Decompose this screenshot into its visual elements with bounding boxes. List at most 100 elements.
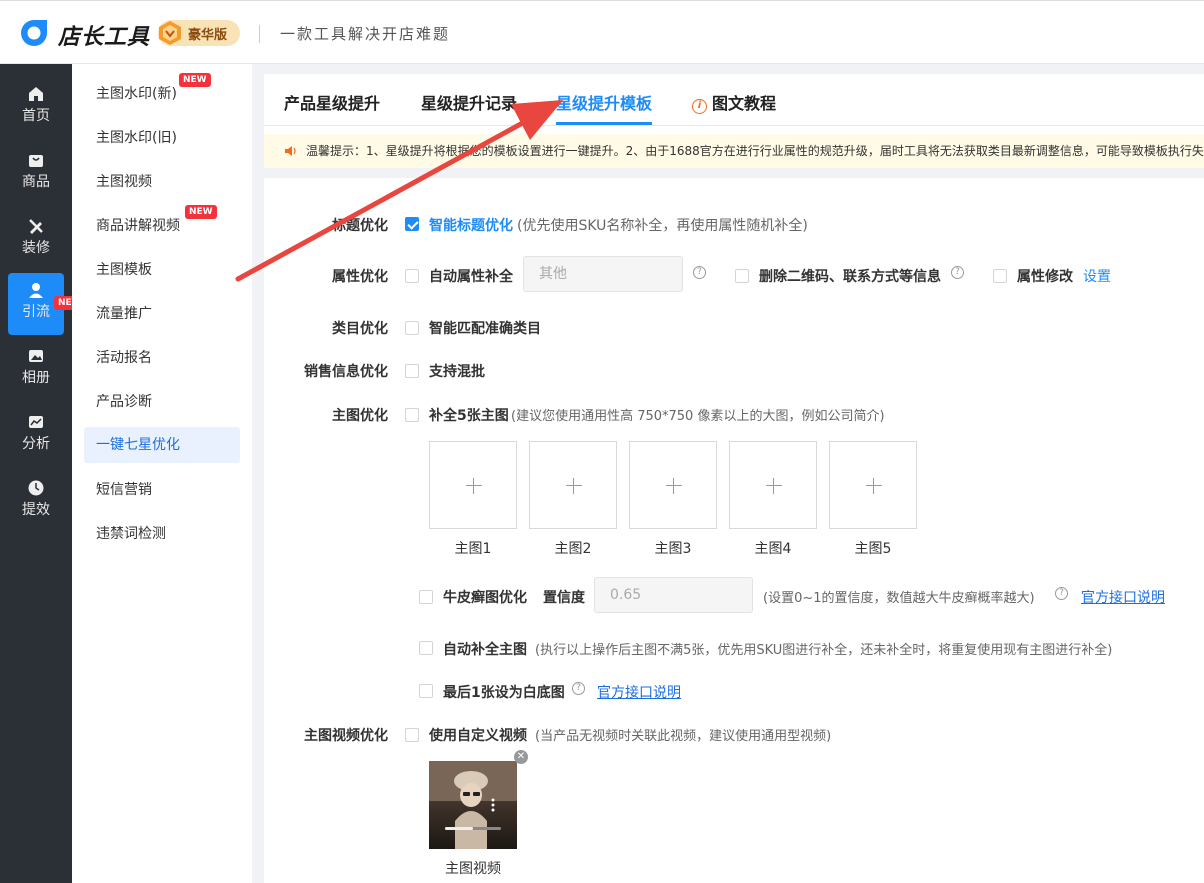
home-icon	[29, 87, 43, 101]
slogan: 一款工具解决开店难题	[280, 25, 451, 43]
main-image-slot-5[interactable]	[829, 441, 917, 529]
attr-autofill-input[interactable]: 其他	[523, 256, 683, 292]
clock-icon	[28, 480, 44, 496]
vip-label: 豪华版	[188, 28, 228, 43]
help-icon[interactable]: ?	[951, 266, 964, 279]
white-bg-option[interactable]: 最后1张设为白底图	[443, 682, 565, 702]
subnav-item[interactable]: 违禁词检测	[84, 516, 240, 552]
auto-fill-checkbox[interactable]	[419, 641, 433, 655]
attr-modify-checkbox[interactable]	[993, 269, 1007, 283]
api-doc-link[interactable]: 官方接口说明	[1081, 587, 1165, 607]
tab-upgrade-records[interactable]: 星级提升记录	[421, 90, 517, 114]
attr-autofill-checkbox[interactable]	[405, 269, 419, 283]
new-badge: NEW	[185, 205, 217, 219]
sales-opt-checkbox[interactable]	[405, 364, 419, 378]
attr-settings-link[interactable]: 设置	[1083, 266, 1111, 286]
main-img-fill-option[interactable]: 补全5张主图	[429, 405, 509, 425]
medal-icon	[159, 21, 181, 45]
sub-nav: 主图水印(新) NEW 主图水印(旧) 主图视频 商品讲解视频 NEW 主图模板…	[72, 64, 252, 883]
title-opt-option[interactable]: 智能标题优化	[429, 215, 513, 235]
info-icon: i	[692, 99, 707, 114]
subnav-item[interactable]: 产品诊断	[84, 384, 240, 420]
nav-item-home[interactable]: 首页	[8, 77, 64, 139]
api-doc-link[interactable]: 官方接口说明	[597, 682, 681, 702]
attr-opt-label: 属性优化	[332, 269, 388, 285]
section-gap	[264, 168, 1204, 178]
confidence-hint: (设置0~1的置信度，数值越大牛皮癣概率越大)	[763, 591, 1035, 606]
nav-item-analysis[interactable]: 分析	[8, 405, 64, 467]
white-bg-checkbox[interactable]	[419, 684, 433, 698]
main-image-slot-4[interactable]	[729, 441, 817, 529]
subnav-item[interactable]: 主图视频	[84, 164, 240, 200]
main-image-slot-2[interactable]	[529, 441, 617, 529]
main-content: 产品星级提升 星级提升记录 星级提升模板 i 图文教程 温馨提示：1、星级提升将根…	[264, 74, 1204, 883]
top-header: 店长工具 豪华版 一款工具解决开店难题	[0, 0, 1204, 64]
video-opt-checkbox[interactable]	[405, 728, 419, 742]
remove-qr-option[interactable]: 删除二维码、联系方式等信息	[759, 266, 941, 286]
subnav-item[interactable]: 活动报名	[84, 340, 240, 376]
brand-name: 店长工具	[58, 25, 151, 50]
subnav-item[interactable]: 主图水印(旧)	[84, 120, 240, 156]
attr-modify-option[interactable]: 属性修改	[1017, 266, 1073, 286]
logo-icon	[21, 20, 47, 46]
confidence-label: 置信度	[543, 590, 585, 606]
video-opt-label: 主图视频优化	[304, 728, 388, 744]
auto-fill-hint: (执行以上操作后主图不满5张，优先用SKU图进行补全，还未补全时，将重复使用现有…	[535, 643, 1113, 658]
video-thumbnail[interactable]	[429, 761, 517, 849]
help-icon[interactable]: ?	[572, 682, 585, 695]
psoriasis-option[interactable]: 牛皮癣图优化	[443, 587, 527, 607]
bag-icon	[29, 155, 43, 167]
auto-fill-option[interactable]: 自动补全主图	[443, 639, 527, 659]
slot-label: 主图2	[554, 541, 592, 557]
title-opt-hint: (优先使用SKU名称补全，再使用属性随机补全)	[517, 218, 808, 234]
main-img-fill-hint: (建议您使用通用性高 750*750 像素以上的大图，例如公司简介)	[511, 409, 885, 424]
main-img-opt-label: 主图优化	[332, 408, 388, 424]
confidence-input[interactable]: 0.65	[594, 577, 753, 613]
title-opt-checkbox[interactable]	[405, 217, 419, 231]
vip-badge[interactable]: 豪华版	[158, 20, 240, 46]
category-opt-option[interactable]: 智能匹配准确类目	[429, 318, 541, 338]
header-divider	[259, 25, 260, 43]
subnav-item[interactable]: 流量推广	[84, 296, 240, 332]
slot-label: 主图1	[454, 541, 492, 557]
slot-label: 主图4	[754, 541, 792, 557]
help-icon[interactable]: ?	[1055, 587, 1068, 600]
speaker-icon	[285, 146, 296, 156]
main-img-fill-checkbox[interactable]	[405, 408, 419, 422]
active-tab-indicator	[556, 122, 652, 125]
main-nav: 首页 商品 装修 引流 NEW 相册 分析 提效	[0, 64, 86, 883]
help-icon[interactable]: ?	[693, 266, 706, 279]
main-image-slot-3[interactable]	[629, 441, 717, 529]
chart-icon	[29, 416, 43, 428]
nav-item-efficiency[interactable]: 提效	[8, 471, 64, 533]
nav-item-traffic[interactable]: 引流 NEW	[8, 273, 86, 335]
notice-text: 温馨提示：1、星级提升将根据您的模板设置进行一键提升。2、由于1688官方在进行…	[306, 144, 1204, 158]
subnav-item-active[interactable]: 一键七星优化	[84, 427, 240, 463]
subnav-item[interactable]: 主图模板	[84, 252, 240, 288]
slot-label: 主图5	[854, 541, 892, 557]
psoriasis-checkbox[interactable]	[419, 590, 433, 604]
subnav-item[interactable]: 短信营销	[84, 472, 240, 508]
user-icon	[29, 283, 43, 298]
video-caption: 主图视频	[445, 861, 501, 877]
video-opt-option[interactable]: 使用自定义视频	[429, 725, 527, 745]
nav-item-goods[interactable]: 商品	[8, 143, 64, 205]
nav-item-album[interactable]: 相册	[8, 339, 64, 401]
category-opt-label: 类目优化	[332, 321, 388, 337]
tab-star-upgrade[interactable]: 产品星级提升	[284, 90, 380, 114]
tab-upgrade-template[interactable]: 星级提升模板	[556, 90, 652, 114]
tab-bar: 产品星级提升 星级提升记录 星级提升模板 i 图文教程	[264, 74, 1204, 126]
sales-opt-option[interactable]: 支持混批	[429, 361, 485, 381]
main-image-slot-1[interactable]	[429, 441, 517, 529]
nav-item-decorate[interactable]: 装修	[8, 209, 64, 271]
sales-opt-label: 销售信息优化	[304, 364, 388, 380]
image-icon	[29, 350, 43, 362]
attr-autofill-option[interactable]: 自动属性补全	[429, 266, 513, 286]
video-preview-image	[429, 761, 517, 849]
tab-tutorial[interactable]: i 图文教程	[692, 90, 776, 114]
remove-qr-checkbox[interactable]	[735, 269, 749, 283]
remove-video-icon[interactable]: ✕	[514, 750, 528, 764]
subnav-item[interactable]: 主图水印(新)	[84, 76, 240, 112]
brush-icon	[29, 219, 43, 234]
category-opt-checkbox[interactable]	[405, 321, 419, 335]
